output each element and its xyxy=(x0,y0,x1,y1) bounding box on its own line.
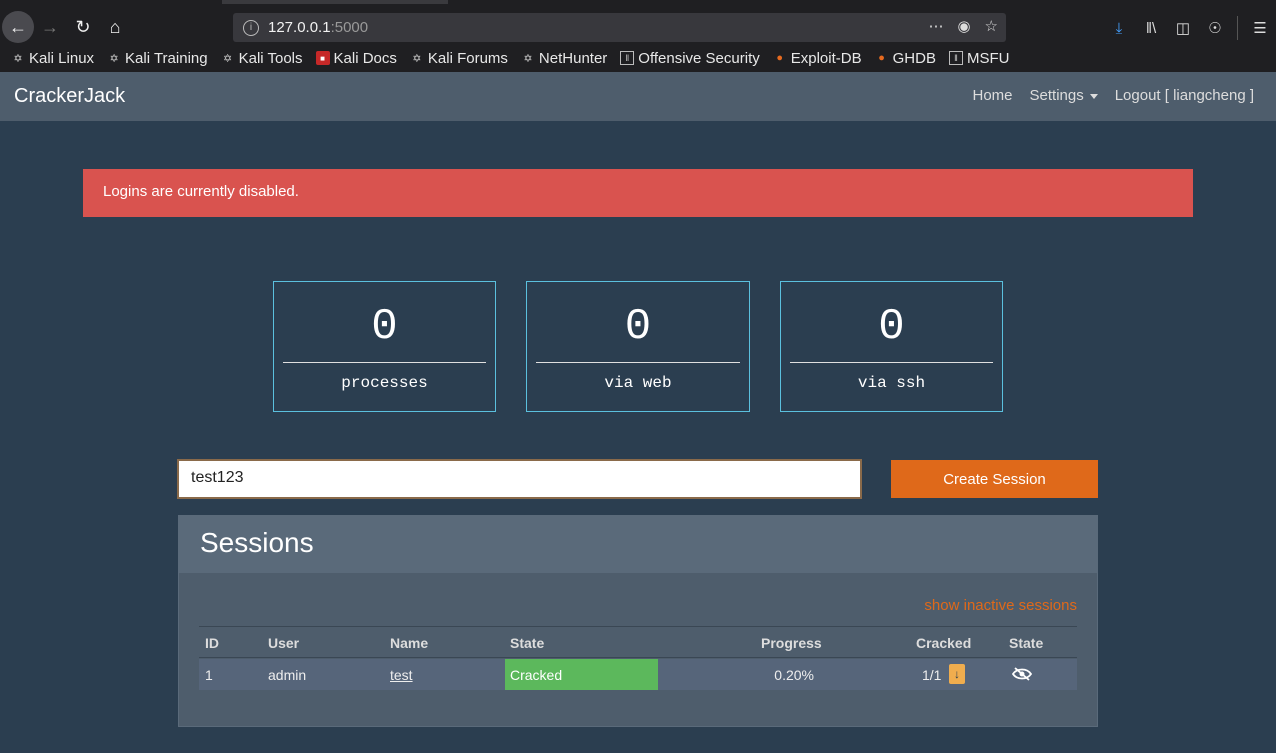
bookmark-kali-docs[interactable]: ■ Kali Docs xyxy=(315,50,397,67)
bookmark-nethunter[interactable]: ✡ NetHunter xyxy=(521,50,607,67)
exploitdb-icon: ● xyxy=(878,52,885,64)
bookmark-msfu[interactable]: ‖ MSFU xyxy=(948,50,1009,67)
create-session-button[interactable]: Create Session xyxy=(891,460,1098,498)
url-bar[interactable]: i 127.0.0.1:5000 ⋯ ◉ ☆ xyxy=(233,13,1006,42)
download-file-icon[interactable]: ↓ xyxy=(949,664,965,684)
forward-icon[interactable]: → xyxy=(34,11,66,43)
column-header-user: User xyxy=(268,635,300,651)
column-header-cracked: Cracked xyxy=(916,635,972,651)
bookmark-offensive-security[interactable]: ‖ Offensive Security xyxy=(620,50,760,67)
library-icon[interactable]: ‖\ xyxy=(1135,14,1167,42)
brand-link[interactable]: CrackerJack xyxy=(14,85,125,108)
kali-dragon-icon: ✡ xyxy=(222,52,233,65)
caret-down-icon xyxy=(1089,93,1098,99)
stat-via-web: 0 via web xyxy=(526,281,750,412)
kali-dragon-icon: ✡ xyxy=(109,52,119,65)
url-text[interactable]: 127.0.0.1:5000 xyxy=(268,19,368,36)
row-user: admin xyxy=(268,667,307,683)
download-icon[interactable]: ⤓ xyxy=(1103,14,1135,42)
stat-value: 0 xyxy=(371,302,398,352)
column-header-name: Name xyxy=(390,635,429,651)
column-header-id: ID xyxy=(205,635,219,651)
column-header-progress: Progress xyxy=(761,635,822,651)
offsec-icon: ‖ xyxy=(948,51,963,65)
show-inactive-sessions-link[interactable]: show inactive sessions xyxy=(924,597,1077,614)
kali-dragon-icon: ✡ xyxy=(13,52,23,65)
stat-label: processes xyxy=(341,374,428,392)
home-icon[interactable]: ⌂ xyxy=(99,11,131,43)
nethunter-icon: ✡ xyxy=(523,52,533,65)
bookmark-kali-training[interactable]: ✡ Kali Training xyxy=(107,50,207,67)
row-name-link[interactable]: test xyxy=(390,667,413,683)
row-id: 1 xyxy=(205,667,213,683)
nav-settings-dropdown[interactable]: Settings xyxy=(1030,87,1098,104)
bookmark-kali-forums[interactable]: ✡ Kali Forums xyxy=(410,50,508,67)
menu-icon[interactable]: ☰ xyxy=(1244,14,1276,42)
panel-title: Sessions xyxy=(200,527,314,558)
account-icon[interactable]: ☉ xyxy=(1199,14,1231,42)
tab-strip xyxy=(222,0,448,4)
panel-header: Sessions xyxy=(179,516,1097,573)
bookmark-kali-linux[interactable]: ✡ Kali Linux xyxy=(11,50,94,67)
page-actions-icon[interactable]: ⋯ xyxy=(928,17,943,35)
kali-dragon-icon: ✡ xyxy=(412,52,422,65)
bookmark-exploit-db[interactable]: ● Exploit-DB xyxy=(773,50,861,67)
reload-icon[interactable]: ↻ xyxy=(67,11,99,43)
stat-label: via ssh xyxy=(857,374,926,392)
column-header-state: State xyxy=(510,635,545,651)
stat-value: 0 xyxy=(624,302,652,352)
nav-home[interactable]: Home xyxy=(973,87,1013,104)
sessions-panel: Sessions show inactive sessions ID User … xyxy=(178,515,1098,727)
stat-divider xyxy=(283,362,486,363)
toolbar-divider xyxy=(1237,16,1238,40)
sidebar-icon[interactable]: ◫ xyxy=(1167,14,1199,42)
offsec-icon: ‖ xyxy=(620,51,635,65)
pocket-icon[interactable]: ◉ xyxy=(957,17,970,35)
bookmarks-bar: ✡ Kali Linux ✡ Kali Training ✡ Kali Tools ■… xyxy=(0,44,1276,72)
stat-divider xyxy=(790,362,993,363)
stat-divider xyxy=(536,362,740,363)
column-header-state-actions: State xyxy=(1009,635,1044,651)
row-progress: 0.20% xyxy=(774,667,814,683)
nav-settings-label: Settings xyxy=(1029,87,1084,104)
browser-toolbar: ← → ↻ ⌂ i 127.0.0.1:5000 ⋯ ◉ ☆ ⤓ ‖\ ◫ ☉ … xyxy=(0,0,1276,44)
table-header: ID User Name State Progress Cracked Stat… xyxy=(199,626,1077,658)
session-name-input[interactable]: test123 xyxy=(177,459,862,499)
state-badge: Cracked xyxy=(505,659,658,690)
stat-processes: 0 processes xyxy=(273,281,496,412)
row-cracked: 1/1 xyxy=(922,667,942,683)
nav-logout[interactable]: Logout [ liangcheng ] xyxy=(1115,87,1254,104)
back-icon[interactable]: ← xyxy=(2,11,34,43)
hide-session-icon[interactable] xyxy=(1012,667,1032,681)
bookmark-ghdb[interactable]: ● GHDB xyxy=(875,50,936,67)
stat-value: 0 xyxy=(878,302,905,352)
stat-label: via web xyxy=(604,374,672,392)
site-info-icon[interactable]: i xyxy=(243,19,259,36)
logins-disabled-alert: Logins are currently disabled. xyxy=(83,169,1193,217)
table-row: 1 admin test Cracked 0.20% 1/1 ↓ xyxy=(199,659,1077,690)
app-navbar: CrackerJack Home Settings Logout [ liang… xyxy=(0,72,1276,121)
bookmark-star-icon[interactable]: ☆ xyxy=(985,17,998,35)
stat-via-ssh: 0 via ssh xyxy=(780,281,1003,412)
exploitdb-icon: ● xyxy=(776,52,784,64)
kali-docs-icon: ■ xyxy=(315,51,330,65)
bookmark-kali-tools[interactable]: ✡ Kali Tools xyxy=(221,50,303,67)
